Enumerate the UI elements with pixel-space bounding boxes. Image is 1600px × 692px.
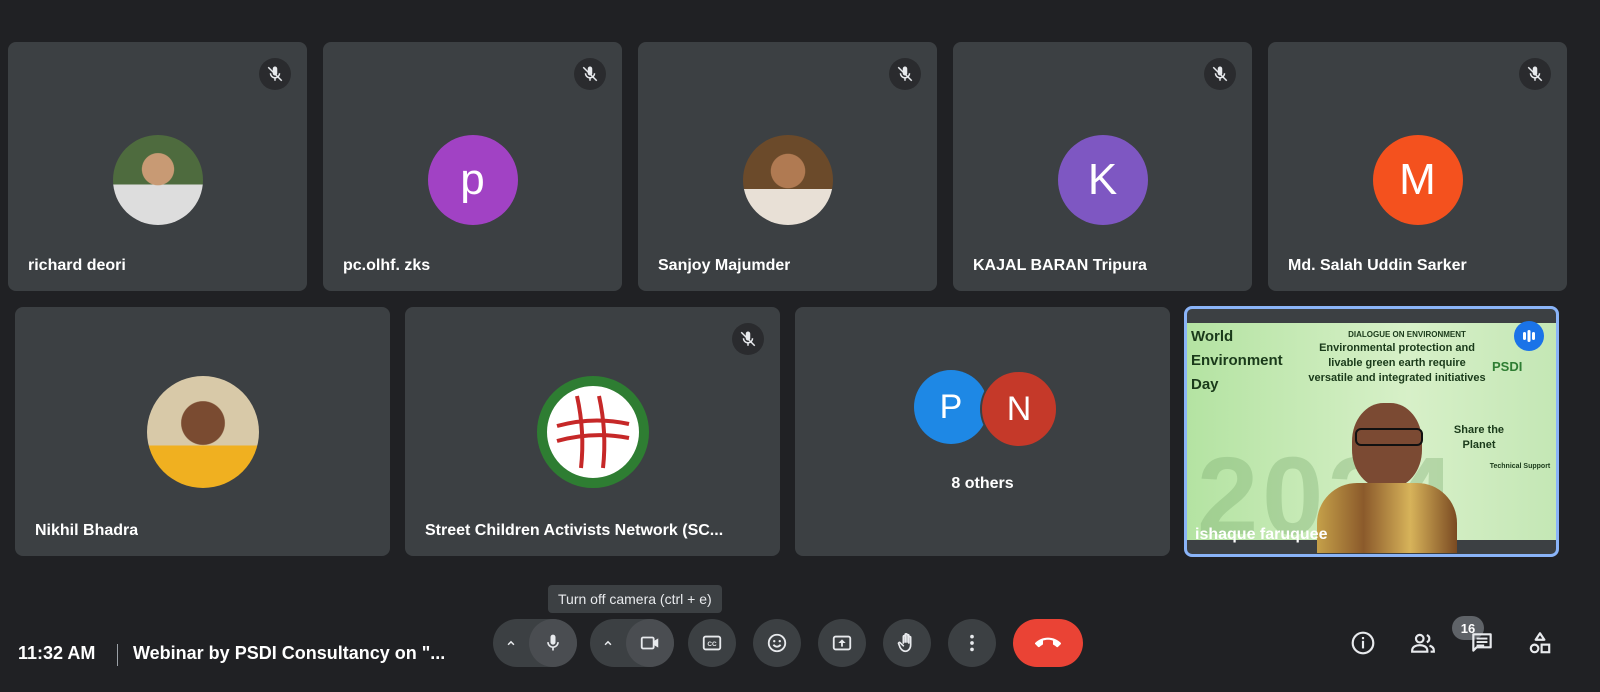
mic-off-icon (889, 58, 921, 90)
camera-options-chevron-icon[interactable] (590, 636, 626, 650)
participant-tile[interactable]: Nikhil Bhadra (15, 307, 390, 556)
avatar: p (427, 134, 518, 225)
sponsor-word: Share the Planet (1453, 424, 1505, 451)
captions-button[interactable]: CC (688, 619, 736, 667)
divider (117, 644, 118, 666)
participant-tile[interactable]: p pc.olhf. zks (323, 42, 622, 291)
activities-button[interactable] (1520, 623, 1560, 663)
mic-off-icon (732, 323, 764, 355)
participant-name: Sanjoy Majumder (658, 257, 791, 274)
participant-tile[interactable]: M Md. Salah Uddin Sarker (1268, 42, 1567, 291)
organization-logo (536, 375, 649, 488)
present-button[interactable] (818, 619, 866, 667)
avatar: P (914, 370, 988, 444)
activities-icon (1529, 632, 1551, 654)
network-logo-icon (555, 395, 629, 468)
end-call-button[interactable] (1013, 619, 1083, 667)
left-word: Environment (1191, 352, 1283, 369)
participant-name: Md. Salah Uddin Sarker (1288, 257, 1467, 274)
left-word: Day (1191, 376, 1219, 393)
speaking-indicator-icon (1514, 321, 1544, 351)
others-count: 8 others (951, 475, 1014, 492)
mic-icon (547, 634, 559, 651)
video-feed: 2024 DIALOGUE ON ENVIRONMENT Environment… (1187, 323, 1556, 554)
mic-button[interactable] (529, 619, 577, 667)
camera-button[interactable] (626, 619, 674, 667)
more-options-button[interactable] (948, 619, 996, 667)
sponsor-word: PSDI (1492, 359, 1523, 374)
banner-line: livable green earth require (1328, 357, 1466, 369)
participant-tile[interactable]: richard deori (8, 42, 307, 291)
banner-title: DIALOGUE ON ENVIRONMENT (1348, 330, 1466, 339)
avatar: M (1372, 134, 1463, 225)
end-call-icon (1035, 637, 1061, 648)
speaker-figure (1317, 383, 1457, 553)
mic-off-icon (574, 58, 606, 90)
participant-name: Street Children Activists Network (SC... (425, 522, 724, 539)
captions-icon: CC (702, 635, 722, 651)
meeting-title[interactable]: Webinar by PSDI Consultancy on "... (133, 643, 445, 664)
avatar-letter: N (1006, 389, 1032, 428)
avatar-letter: P (939, 387, 963, 426)
camera-control (590, 619, 674, 667)
raise-hand-button[interactable] (883, 619, 931, 667)
svg-text:CC: CC (707, 641, 717, 648)
people-icon (1411, 633, 1435, 653)
participant-name: richard deori (28, 257, 126, 274)
avatar: N (980, 370, 1058, 448)
avatar (112, 134, 203, 225)
emoji-button[interactable] (753, 619, 801, 667)
people-button[interactable] (1403, 623, 1443, 663)
meeting-info-button[interactable] (1343, 623, 1383, 663)
raise-hand-icon (897, 633, 912, 653)
chat-button[interactable] (1462, 623, 1502, 663)
camera-icon (640, 636, 659, 650)
info-icon (1351, 631, 1375, 655)
left-word: World (1191, 328, 1234, 345)
avatar-letter: K (1087, 154, 1118, 204)
avatar (146, 375, 259, 488)
camera-tooltip: Turn off camera (ctrl + e) (548, 585, 722, 613)
mic-options-chevron-icon[interactable] (493, 636, 529, 650)
emoji-icon (767, 633, 787, 653)
avatar: K (1057, 134, 1148, 225)
avatar (742, 134, 833, 225)
participant-name: Nikhil Bhadra (35, 522, 139, 539)
participant-tile[interactable]: K KAJAL BARAN Tripura (953, 42, 1252, 291)
self-view-tile[interactable]: 2024 DIALOGUE ON ENVIRONMENT Environment… (1184, 306, 1559, 557)
mic-off-icon (259, 58, 291, 90)
participant-name: KAJAL BARAN Tripura (973, 257, 1147, 274)
present-icon (832, 635, 852, 651)
chat-icon (1472, 633, 1492, 652)
participant-name: pc.olhf. zks (343, 257, 431, 274)
participant-name: ishaque faruquee (1195, 526, 1328, 543)
banner-line: Environmental protection and (1319, 342, 1475, 354)
mic-off-icon (1519, 58, 1551, 90)
participant-tile[interactable]: Sanjoy Majumder (638, 42, 937, 291)
mic-off-icon (1204, 58, 1236, 90)
more-vert-icon (970, 634, 974, 652)
avatar-letter: M (1399, 154, 1436, 204)
sponsor-word: Technical Support (1489, 463, 1551, 470)
avatar-letter: p (460, 154, 485, 204)
participant-tile[interactable]: Street Children Activists Network (SC... (405, 307, 780, 556)
meeting-time: 11:32 AM (18, 643, 96, 663)
mic-control (493, 619, 577, 667)
others-tile[interactable]: P N 8 others (795, 307, 1170, 556)
